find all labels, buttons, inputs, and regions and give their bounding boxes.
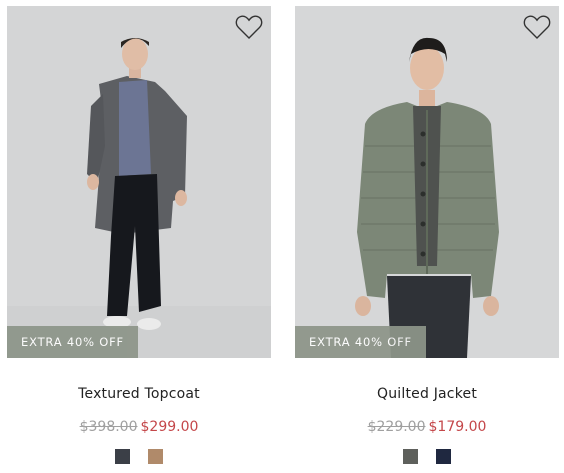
color-swatches bbox=[295, 449, 559, 464]
sale-price: $299.00 bbox=[140, 419, 199, 435]
swatch-navy[interactable] bbox=[436, 449, 451, 464]
price-row: $398.00 $299.00 bbox=[7, 419, 271, 435]
sale-price: $179.00 bbox=[428, 419, 487, 435]
discount-badge: EXTRA 40% OFF bbox=[7, 326, 138, 358]
original-price: $398.00 bbox=[79, 419, 138, 435]
model-photo-topcoat bbox=[7, 6, 271, 358]
original-price: $229.00 bbox=[367, 419, 426, 435]
heart-outline-icon[interactable] bbox=[523, 14, 551, 40]
swatch-olive-grey[interactable] bbox=[403, 449, 418, 464]
product-image[interactable]: EXTRA 40% OFF bbox=[7, 6, 271, 358]
product-grid: EXTRA 40% OFF Textured Topcoat $398.00 $2… bbox=[0, 0, 564, 473]
color-swatches bbox=[7, 449, 271, 464]
product-card-quilted-jacket: EXTRA 40% OFF Quilted Jacket $229.00 $179… bbox=[295, 6, 559, 464]
swatch-camel[interactable] bbox=[148, 449, 163, 464]
product-name[interactable]: Quilted Jacket bbox=[295, 386, 559, 402]
product-card-textured-topcoat: EXTRA 40% OFF Textured Topcoat $398.00 $2… bbox=[7, 6, 271, 464]
product-name[interactable]: Textured Topcoat bbox=[7, 386, 271, 402]
heart-outline-icon[interactable] bbox=[235, 14, 263, 40]
price-row: $229.00 $179.00 bbox=[295, 419, 559, 435]
product-image[interactable]: EXTRA 40% OFF bbox=[295, 6, 559, 358]
discount-badge: EXTRA 40% OFF bbox=[295, 326, 426, 358]
model-photo-jacket bbox=[295, 6, 559, 358]
swatch-charcoal[interactable] bbox=[115, 449, 130, 464]
